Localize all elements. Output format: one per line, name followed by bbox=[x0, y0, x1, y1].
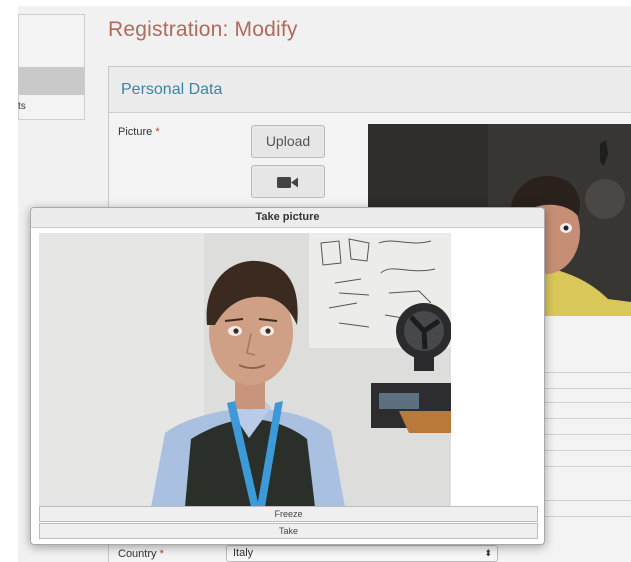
form-row-divider bbox=[545, 372, 631, 373]
form-row-divider bbox=[545, 418, 631, 419]
country-selected-value: Italy bbox=[233, 547, 254, 559]
camera-button[interactable] bbox=[251, 165, 325, 198]
form-row-divider bbox=[545, 500, 631, 501]
form-row-divider bbox=[545, 466, 631, 467]
picture-label: Picture * bbox=[118, 126, 160, 138]
form-row-divider bbox=[545, 516, 631, 517]
country-select[interactable]: Italy ⬍ bbox=[226, 545, 498, 562]
form-row-divider bbox=[545, 402, 631, 403]
top-spacer bbox=[0, 0, 631, 6]
webcam-feed bbox=[39, 233, 451, 507]
dialog-title: Take picture bbox=[31, 208, 544, 228]
country-label-text: Country bbox=[118, 548, 157, 560]
panel-title: Personal Data bbox=[121, 81, 223, 98]
left-rail bbox=[0, 0, 18, 562]
form-row-divider bbox=[545, 388, 631, 389]
side-menu-item-label[interactable]: ts bbox=[18, 101, 26, 112]
country-label: Country * bbox=[118, 548, 164, 560]
required-mark: * bbox=[159, 548, 164, 560]
form-row-divider bbox=[545, 450, 631, 451]
select-arrows-icon: ⬍ bbox=[484, 548, 492, 558]
panel-header: Personal Data bbox=[109, 67, 631, 113]
take-picture-dialog: Take picture Freeze Take bbox=[30, 207, 545, 545]
take-button[interactable]: Take bbox=[39, 523, 538, 539]
form-row-divider bbox=[545, 434, 631, 435]
page-title: Registration: Modify bbox=[108, 18, 298, 41]
upload-button[interactable]: Upload bbox=[251, 125, 325, 158]
required-mark: * bbox=[155, 126, 160, 138]
video-camera-icon bbox=[277, 177, 298, 188]
webcam-image bbox=[39, 233, 451, 507]
side-menu-active-item[interactable] bbox=[18, 67, 85, 95]
freeze-button[interactable]: Freeze bbox=[39, 506, 538, 522]
picture-label-text: Picture bbox=[118, 126, 153, 138]
